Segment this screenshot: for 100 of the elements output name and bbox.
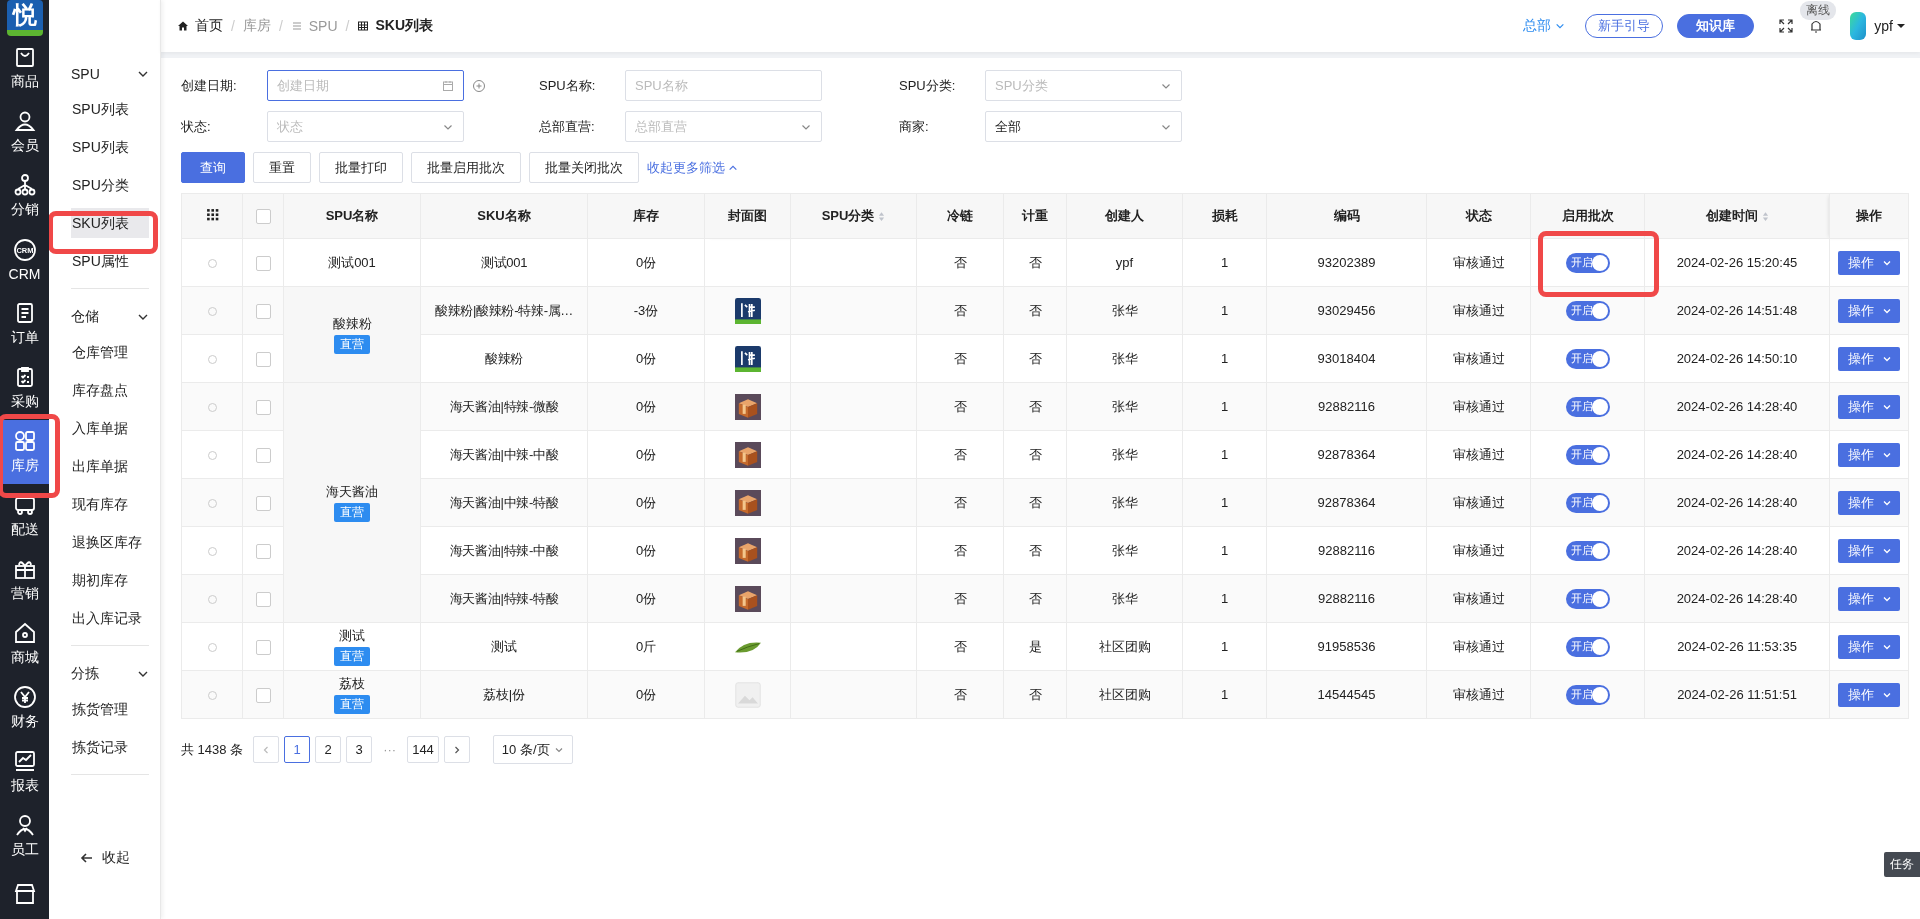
created-time-cell: 2024-02-26 11:51:51 — [1677, 687, 1797, 702]
menu-group-header[interactable]: SPU — [71, 58, 149, 90]
action-dropdown-button[interactable]: 操作 — [1838, 634, 1900, 659]
menu-item[interactable]: SPU分类 — [71, 166, 149, 204]
batch-toggle[interactable]: 开启 — [1565, 252, 1610, 273]
action-button[interactable]: 重置 — [253, 152, 311, 183]
created-time-cell: 2024-02-26 14:28:40 — [1676, 495, 1798, 510]
action-button[interactable]: 批量关闭批次 — [529, 152, 639, 183]
page-button[interactable]: 2 — [315, 736, 342, 763]
row-checkbox[interactable] — [255, 351, 271, 367]
batch-toggle[interactable]: 开启 — [1565, 348, 1610, 369]
created-time-cell: 2024-02-26 14:51:48 — [1676, 303, 1798, 318]
select-field[interactable]: 全部 — [985, 111, 1182, 142]
creator-cell: 张华 — [1111, 398, 1138, 414]
batch-toggle[interactable]: 开启 — [1565, 300, 1610, 321]
nav-item[interactable]: 配送 — [0, 484, 49, 548]
shop-icon — [12, 882, 37, 906]
nav-item[interactable]: 会员 — [0, 100, 49, 164]
row-checkbox[interactable] — [255, 255, 271, 271]
batch-toggle[interactable]: 开启 — [1565, 444, 1610, 465]
collapse-button[interactable]: 收起 — [49, 825, 160, 919]
batch-toggle[interactable]: 开启 — [1565, 684, 1610, 705]
row-checkbox[interactable] — [255, 543, 271, 559]
batch-toggle[interactable]: 开启 — [1565, 492, 1610, 513]
nav-item[interactable]: 报表 — [0, 740, 49, 804]
batch-toggle[interactable]: 开启 — [1565, 588, 1610, 609]
action-dropdown-button[interactable]: 操作 — [1838, 586, 1900, 611]
row-checkbox[interactable] — [255, 639, 271, 655]
select-all-checkbox[interactable] — [255, 209, 271, 225]
menu-item[interactable]: 仓库管理 — [71, 333, 149, 371]
user-menu[interactable]: ypf — [1874, 18, 1906, 34]
action-button[interactable]: 批量启用批次 — [411, 152, 521, 183]
action-dropdown-button[interactable]: 操作 — [1838, 538, 1900, 563]
nav-item[interactable]: 商品 — [0, 36, 49, 100]
nav-item[interactable]: 订单 — [0, 292, 49, 356]
nav-item[interactable]: 采购 — [0, 356, 49, 420]
box-thumbnail — [734, 489, 761, 516]
stock-cell: 0份 — [635, 350, 657, 366]
nav-item[interactable]: 财务 — [0, 676, 49, 740]
menu-group-header[interactable]: 分拣 — [71, 658, 149, 690]
collapse-filters-link[interactable]: 收起更多筛选 — [647, 158, 738, 177]
action-dropdown-button[interactable]: 操作 — [1838, 442, 1900, 467]
row-checkbox[interactable] — [255, 591, 271, 607]
batch-toggle[interactable]: 开启 — [1565, 540, 1610, 561]
guide-button[interactable]: 新手引导 — [1585, 14, 1664, 38]
row-checkbox[interactable] — [255, 495, 271, 511]
nav-item[interactable]: 营销 — [0, 548, 49, 612]
plus-circle-icon[interactable] — [472, 78, 486, 93]
batch-toggle[interactable]: 开启 — [1565, 636, 1610, 657]
knowledge-base-button[interactable]: 知识库 — [1677, 14, 1755, 38]
page-button[interactable]: 3 — [346, 736, 373, 763]
fullscreen-icon[interactable] — [1778, 18, 1795, 34]
page-button[interactable]: 1 — [284, 736, 311, 763]
batch-toggle[interactable]: 开启 — [1565, 396, 1610, 417]
nav-item[interactable]: 商城 — [0, 612, 49, 676]
column-settings-icon[interactable] — [205, 208, 219, 221]
row-checkbox[interactable] — [255, 399, 271, 415]
nav-item[interactable]: 员工 — [0, 804, 49, 868]
menu-item[interactable]: 拣货记录 — [71, 728, 149, 766]
task-tab[interactable]: 任务 — [1884, 852, 1920, 877]
avatar-icon[interactable] — [1848, 11, 1869, 41]
action-dropdown-button[interactable]: 操作 — [1838, 250, 1900, 275]
action-dropdown-button[interactable]: 操作 — [1838, 682, 1900, 707]
column-header: 库存 — [633, 207, 659, 225]
menu-item[interactable]: SPU列表 — [71, 128, 149, 166]
breadcrumb-link[interactable]: SKU列表 — [357, 17, 434, 35]
menu-item[interactable]: SPU列表 — [71, 90, 149, 128]
menu-item[interactable]: 期初库存 — [71, 561, 149, 599]
org-switcher[interactable]: 总部 — [1523, 17, 1566, 35]
menu-item[interactable]: SPU属性 — [71, 242, 149, 280]
next-page-button[interactable] — [443, 736, 470, 763]
row-checkbox[interactable] — [255, 687, 271, 703]
menu-item[interactable]: 现有库存 — [71, 485, 149, 523]
action-button[interactable]: 查询 — [181, 152, 245, 183]
column-header[interactable]: 创建时间 — [1705, 207, 1769, 225]
person-icon — [12, 109, 37, 133]
loss-cell: 1 — [1220, 447, 1229, 462]
prev-page-button[interactable] — [253, 736, 280, 763]
status-cell: 审核通过 — [1452, 542, 1505, 558]
nav-item[interactable]: 分销 — [0, 164, 49, 228]
menu-item[interactable]: 入库单据 — [71, 409, 149, 447]
breadcrumb-link[interactable]: 首页 — [177, 17, 223, 35]
action-button[interactable]: 批量打印 — [319, 152, 403, 183]
row-checkbox[interactable] — [255, 447, 271, 463]
nav-item[interactable]: 库房 — [0, 420, 49, 484]
menu-group-header[interactable]: 仓储 — [71, 301, 149, 333]
page-size-select[interactable]: 10 条/页 — [492, 735, 573, 764]
menu-item[interactable]: 出库单据 — [71, 447, 149, 485]
menu-item[interactable]: 库存盘点 — [71, 371, 149, 409]
network-icon — [12, 173, 37, 197]
action-dropdown-button[interactable]: 操作 — [1838, 346, 1900, 371]
action-dropdown-button[interactable]: 操作 — [1838, 298, 1900, 323]
action-dropdown-button[interactable]: 操作 — [1838, 490, 1900, 515]
action-dropdown-button[interactable]: 操作 — [1838, 394, 1900, 419]
row-checkbox[interactable] — [255, 303, 271, 319]
menu-item[interactable]: 出入库记录 — [71, 599, 149, 637]
page-button[interactable]: 144 — [407, 736, 439, 763]
cold-chain-cell: 否 — [953, 398, 967, 414]
menu-item[interactable]: 退换区库存 — [71, 523, 149, 561]
menu-item[interactable]: 拣货管理 — [71, 690, 149, 728]
